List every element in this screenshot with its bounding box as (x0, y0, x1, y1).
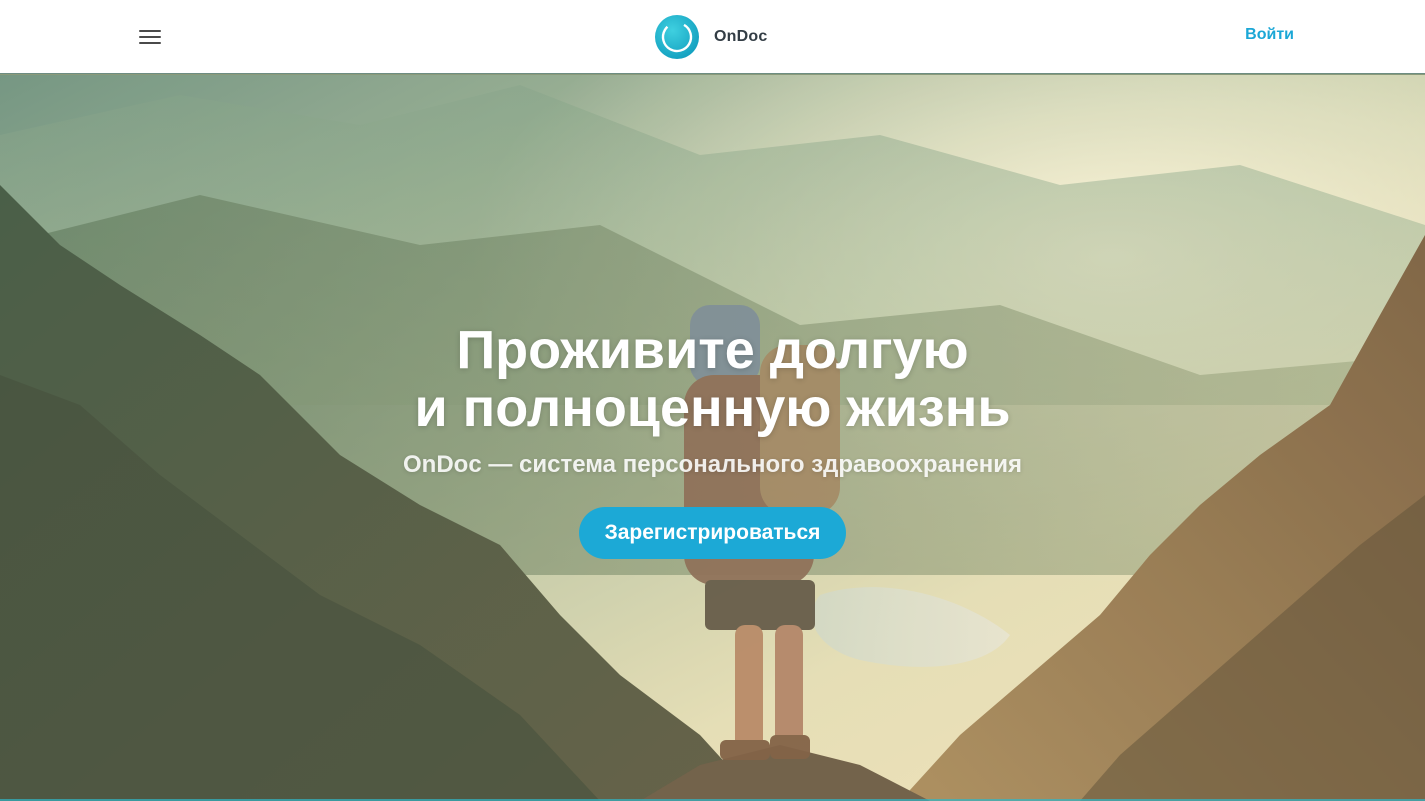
signup-button[interactable]: Зарегистрироваться (578, 507, 847, 559)
top-header: OnDoc Войти (0, 0, 1425, 74)
hero-title-line-1: Проживите долгую (456, 320, 969, 380)
brand-name: OnDoc (714, 28, 768, 45)
hero-subtitle: OnDoc — система персонального здравоохра… (403, 451, 1022, 478)
brand-home-link[interactable]: OnDoc (654, 14, 767, 60)
hero-title: Проживите долгую и полноценную жизнь (0, 321, 1425, 437)
landing-page: OnDoc Войти Проживите долгую и полноценн… (0, 0, 1425, 801)
login-link[interactable]: Войти (1245, 26, 1294, 44)
hero-section: Проживите долгую и полноценную жизнь OnD… (0, 75, 1425, 801)
hero-content: Проживите долгую и полноценную жизнь OnD… (0, 321, 1425, 559)
hamburger-menu-icon[interactable] (136, 24, 164, 50)
ondoc-logo-icon (655, 15, 699, 59)
hero-title-line-2: и полноценную жизнь (414, 378, 1011, 438)
